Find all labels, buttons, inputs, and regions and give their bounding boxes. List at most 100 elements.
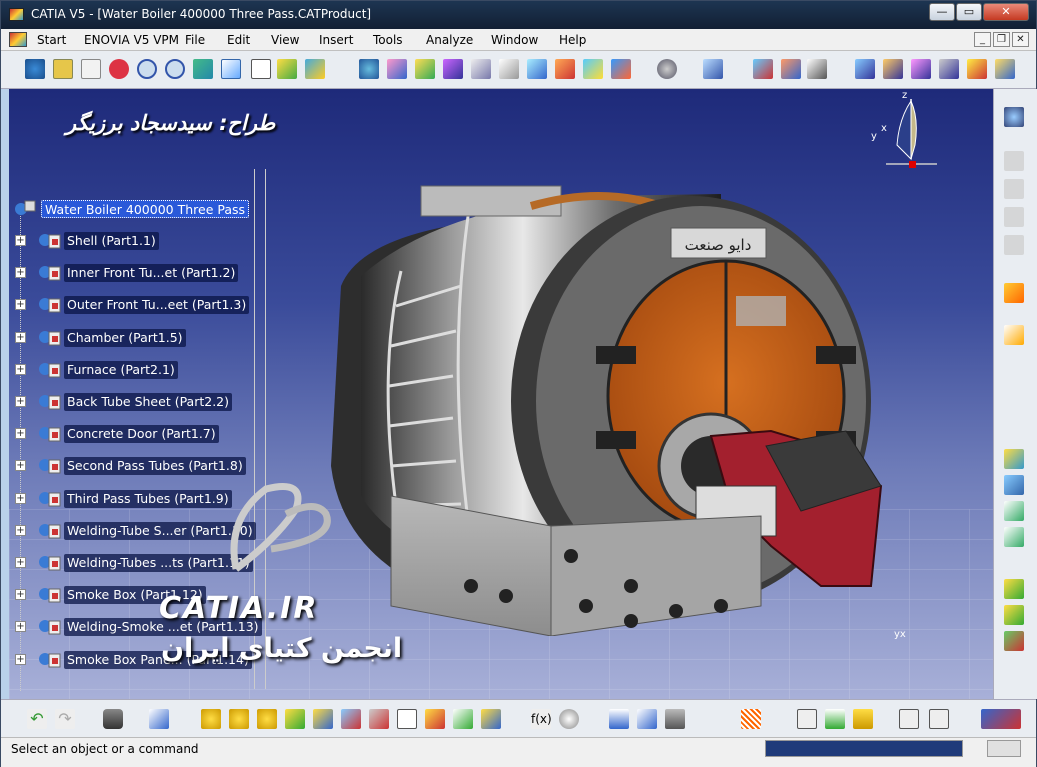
annotation-icon[interactable] — [397, 709, 417, 729]
restore-button[interactable]: ▭ — [956, 3, 982, 21]
measure-item-icon[interactable] — [1004, 475, 1024, 495]
offset-constraint-icon[interactable] — [911, 59, 931, 79]
knowledge-gear-icon[interactable] — [229, 709, 249, 729]
clash-icon[interactable] — [1004, 527, 1024, 547]
title-bar[interactable]: CATIA V5 - [Water Boiler 400000 Three Pa… — [1, 1, 1036, 29]
shading-icon[interactable] — [305, 59, 325, 79]
comment-icon[interactable] — [559, 709, 579, 729]
fly-mode-icon[interactable] — [25, 59, 45, 79]
catalog-icon[interactable] — [481, 709, 501, 729]
axis-compass[interactable]: z y x — [871, 89, 941, 179]
power-input-field[interactable] — [765, 740, 963, 757]
expand-icon[interactable]: + — [15, 235, 26, 246]
mdi-minimize-button[interactable]: _ — [974, 32, 991, 47]
graph-tree-icon[interactable] — [499, 59, 519, 79]
expand-icon[interactable]: + — [15, 557, 26, 568]
zoom-in-icon[interactable] — [137, 59, 157, 79]
existing-component-icon[interactable] — [443, 59, 463, 79]
snap-icon[interactable] — [807, 59, 827, 79]
new-part-icon[interactable] — [415, 59, 435, 79]
menu-window[interactable]: Window — [491, 33, 538, 47]
menu-help[interactable]: Help — [559, 33, 586, 47]
formula-icon[interactable]: f(x) — [531, 709, 552, 729]
formula-gear-icon[interactable] — [201, 709, 221, 729]
save-management-icon[interactable] — [1004, 579, 1024, 599]
expand-icon[interactable]: + — [15, 396, 26, 407]
undo-icon[interactable]: ↶ — [27, 709, 47, 729]
expand-icon[interactable]: + — [15, 267, 26, 279]
expand-icon[interactable]: + — [15, 363, 26, 375]
manage-representations-icon[interactable] — [583, 59, 603, 79]
expand-icon[interactable]: + — [15, 428, 26, 440]
minimize-button[interactable]: — — [929, 3, 955, 21]
product-structure-tools-icon[interactable] — [1004, 107, 1024, 127]
expand-icon[interactable]: + — [15, 331, 26, 343]
normal-view-icon[interactable] — [193, 59, 213, 79]
menu-view[interactable]: View — [271, 33, 299, 47]
menu-start[interactable]: Start — [37, 33, 66, 47]
multi-model-icon[interactable] — [1004, 179, 1024, 199]
replace-component-icon[interactable] — [471, 59, 491, 79]
expand-icon[interactable]: + — [15, 299, 26, 311]
generate-numbering-icon[interactable] — [527, 59, 547, 79]
swap-visible-icon[interactable] — [277, 59, 297, 79]
save-icon[interactable] — [285, 709, 305, 729]
document-icon[interactable] — [9, 32, 27, 47]
open-icon[interactable] — [313, 709, 333, 729]
menu-edit[interactable]: Edit — [227, 33, 250, 47]
menu-insert[interactable]: Insert — [319, 33, 353, 47]
angle-constraint-icon[interactable] — [939, 59, 959, 79]
space-analysis-icon[interactable] — [1004, 501, 1024, 521]
menu-enovia[interactable]: ENOVIA V5 VPM — [84, 33, 179, 47]
new-component-icon[interactable] — [359, 59, 379, 79]
pan-icon[interactable] — [81, 59, 101, 79]
menu-tools[interactable]: Tools — [373, 33, 403, 47]
fix-together-icon[interactable] — [995, 59, 1015, 79]
lock-icon[interactable] — [665, 709, 685, 729]
selective-load-icon[interactable] — [555, 59, 575, 79]
explode-icon[interactable] — [753, 59, 773, 79]
mdi-close-button[interactable]: ✕ — [1012, 32, 1029, 47]
quick-select-icon[interactable] — [1004, 325, 1024, 345]
menu-file[interactable]: File — [185, 33, 205, 47]
zoom-out-icon[interactable] — [165, 59, 185, 79]
text-abc-icon[interactable] — [929, 709, 949, 729]
contact-constraint-icon[interactable] — [883, 59, 903, 79]
fix-component-icon[interactable] — [967, 59, 987, 79]
coincidence-constraint-icon[interactable] — [855, 59, 875, 79]
expand-icon[interactable]: + — [15, 653, 26, 665]
fast-multi-instantiation-icon[interactable] — [611, 59, 631, 79]
close-button[interactable]: ✕ — [983, 3, 1029, 21]
boiler-3d-model[interactable]: دایو صنعت — [301, 166, 901, 636]
dimension-icon[interactable] — [797, 709, 817, 729]
mdi-restore-button[interactable]: ❐ — [993, 32, 1010, 47]
capture-icon[interactable] — [103, 709, 123, 729]
select-arrow-icon[interactable] — [1004, 283, 1024, 303]
expand-icon[interactable]: + — [15, 524, 26, 536]
design-table-icon[interactable] — [341, 709, 361, 729]
catalog-browser-icon[interactable] — [703, 59, 723, 79]
isometric-view-icon[interactable] — [221, 59, 241, 79]
scenes-icon[interactable] — [1004, 235, 1024, 255]
manipulation-icon[interactable] — [781, 59, 801, 79]
tree-structure-icon[interactable] — [637, 709, 657, 729]
status-bar-button[interactable] — [987, 740, 1021, 757]
reuse-pattern-icon[interactable] — [1004, 631, 1024, 651]
hide-show-icon[interactable] — [251, 59, 271, 79]
update-icon[interactable] — [657, 59, 677, 79]
axis-system-icon[interactable] — [899, 709, 919, 729]
rotate-icon[interactable] — [109, 59, 129, 79]
table-grid-icon[interactable] — [609, 709, 629, 729]
expand-icon[interactable]: + — [15, 460, 26, 472]
measure-between-icon[interactable] — [1004, 449, 1024, 469]
send-to-icon[interactable] — [1004, 605, 1024, 625]
apply-material-icon[interactable] — [825, 709, 845, 729]
catia-app-icon[interactable] — [9, 8, 24, 21]
redo-icon[interactable]: ↷ — [55, 709, 75, 729]
expand-icon[interactable]: + — [15, 492, 26, 504]
bill-of-material-icon[interactable] — [1004, 151, 1024, 171]
weld-icon[interactable] — [853, 709, 873, 729]
rule-gear-icon[interactable] — [257, 709, 277, 729]
copy-icon[interactable] — [149, 709, 169, 729]
publication-icon[interactable] — [1004, 207, 1024, 227]
